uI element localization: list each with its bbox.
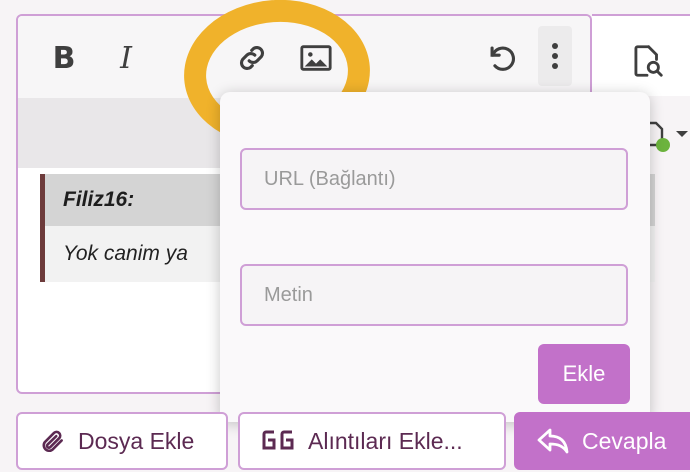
add-link-button[interactable]: Ekle [538, 344, 630, 404]
image-icon [300, 45, 332, 71]
more-vertical-icon [552, 43, 558, 69]
attach-file-button[interactable]: Dosya Ekle [16, 412, 228, 470]
quote-marks-icon [260, 428, 296, 454]
insert-image-button[interactable] [296, 38, 336, 78]
italic-icon: I [120, 40, 132, 76]
insert-quotes-label: Alıntıları Ekle... [308, 427, 463, 454]
link-text-input[interactable] [240, 264, 628, 326]
preview-button[interactable] [628, 42, 668, 82]
attach-file-label: Dosya Ekle [78, 427, 195, 454]
insert-link-popup: Ekle [220, 92, 650, 422]
preview-icon [634, 45, 663, 77]
link-icon [239, 45, 265, 71]
draft-status-indicator [656, 138, 670, 152]
reply-button[interactable]: Cevapla [514, 412, 690, 470]
editor-toolbar: B I [18, 16, 590, 98]
url-input[interactable] [240, 148, 628, 210]
undo-button[interactable] [482, 38, 522, 78]
undo-icon [490, 46, 515, 71]
insert-link-button[interactable] [232, 38, 272, 78]
bold-icon: B [52, 40, 76, 76]
bold-button[interactable]: B [48, 38, 80, 78]
paperclip-icon [40, 427, 66, 455]
insert-quotes-button[interactable]: Alıntıları Ekle... [238, 412, 506, 470]
reply-label: Cevapla [582, 427, 667, 454]
more-options-button[interactable] [538, 26, 572, 86]
italic-button[interactable]: I [110, 38, 142, 78]
reply-icon [536, 427, 570, 455]
